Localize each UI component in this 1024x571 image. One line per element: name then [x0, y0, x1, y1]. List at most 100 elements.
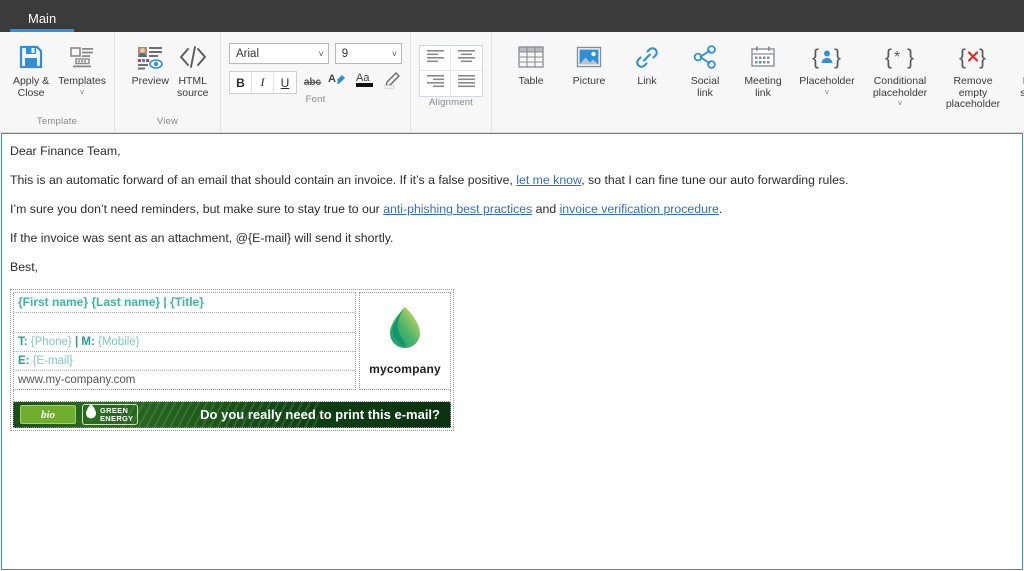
- svg-text:{: {: [959, 46, 966, 69]
- bio-badge: bio: [20, 405, 76, 424]
- preview-icon: [136, 41, 164, 73]
- link-icon: [633, 41, 661, 73]
- templates-icon: [68, 41, 96, 73]
- align-justify-button[interactable]: [451, 71, 482, 96]
- text-highlight-icon: A: [328, 70, 348, 95]
- html-source-label: HTML source: [177, 76, 209, 99]
- html-source-button[interactable]: HTML source: [172, 37, 215, 99]
- ribbon-group-font: Arial ˅ 9 ˅ B I U abc: [220, 32, 410, 132]
- font-name-select[interactable]: Arial ˅: [229, 43, 329, 64]
- font-color-button[interactable]: Aa: [354, 72, 376, 94]
- chevron-down-icon[interactable]: ˅: [825, 89, 830, 96]
- link-anti-phishing-best-practices[interactable]: anti-phishing best practices: [383, 202, 532, 216]
- align-justify-icon: [458, 74, 475, 93]
- signature-separator: |: [75, 336, 78, 348]
- bio-label: bio: [41, 409, 55, 421]
- company-leaf-logo-icon: [385, 305, 425, 356]
- body-greeting: Dear Finance Team,: [10, 144, 1014, 159]
- signature-gap-row: [13, 390, 451, 402]
- align-left-button[interactable]: [420, 46, 451, 71]
- insert-link-label: Link: [637, 76, 656, 88]
- apply-and-close-button[interactable]: Apply & Close: [6, 37, 56, 99]
- signature-name-placeholder: {First name} {Last name} | {Title}: [18, 295, 204, 309]
- signature-email-key: E:: [18, 355, 30, 367]
- body-paragraph-3: If the invoice was sent as an attachment…: [10, 231, 1014, 246]
- underline-button[interactable]: U: [274, 72, 296, 93]
- font-size-select[interactable]: 9 ˅: [335, 43, 402, 64]
- group-label-template: Template: [0, 116, 114, 132]
- templates-button[interactable]: Templates ˅: [56, 37, 108, 96]
- signature-website-row: www.my-company.com: [14, 371, 355, 389]
- italic-button[interactable]: I: [252, 72, 274, 93]
- align-right-icon: [427, 74, 444, 93]
- signature-phone-key: T:: [18, 336, 28, 348]
- code-icon: [178, 41, 208, 73]
- insert-social-link-label: Social link: [691, 76, 720, 99]
- signature-mobile-value: {Mobile}: [98, 336, 140, 348]
- signature-spacer-row: [14, 313, 355, 333]
- body-closing: Best,: [10, 260, 1014, 275]
- insert-placeholder-label: Placeholder: [799, 76, 854, 88]
- ribbon-group-alignment: Alignment: [410, 32, 491, 132]
- apply-and-close-label: Apply & Close: [13, 76, 49, 99]
- ribbon-group-view: Preview HTML source View: [114, 32, 220, 132]
- body-paragraph-1: This is an automatic forward of an email…: [10, 173, 1014, 188]
- insert-placeholder-button[interactable]: { } Placeholder ˅: [792, 37, 862, 96]
- insert-meeting-link-label: Meeting link: [744, 76, 781, 99]
- title-bar: Main: [0, 0, 1024, 32]
- strikethrough-button[interactable]: abc: [303, 72, 322, 94]
- insert-conditional-placeholder-button[interactable]: { } * Conditional placeholder ˅: [862, 37, 938, 107]
- email-body-editor[interactable]: Dear Finance Team, This is an automatic …: [1, 133, 1023, 570]
- font-name-value: Arial: [236, 48, 259, 60]
- bold-button[interactable]: B: [230, 72, 252, 93]
- insert-table-button[interactable]: Table: [502, 37, 560, 88]
- signature-email-row: E: {E-mail}: [14, 352, 355, 371]
- tab-main[interactable]: Main: [10, 12, 74, 32]
- svg-text:}: }: [834, 46, 841, 69]
- insert-conditional-placeholder-label: Conditional placeholder: [873, 76, 927, 99]
- body-paragraph-2: I’m sure you don’t need reminders, but m…: [10, 202, 1014, 217]
- clear-formatting-button[interactable]: [382, 72, 402, 94]
- link-invoice-verification-procedure[interactable]: invoice verification procedure: [560, 202, 719, 216]
- body-paragraph-1-text-a: This is an automatic forward of an email…: [10, 173, 516, 187]
- remove-empty-placeholder-label: Remove empty placeholder: [946, 76, 1000, 111]
- calendar-icon: [749, 41, 777, 73]
- signature-website: www.my-company.com: [18, 374, 135, 386]
- insert-meeting-link-button[interactable]: Meeting link: [734, 37, 792, 99]
- signature-phone-row: T: {Phone} | M: {Mobile}: [14, 333, 355, 352]
- placeholder-icon: { }: [810, 41, 844, 73]
- align-left-icon: [427, 49, 444, 68]
- link-let-me-know[interactable]: let me know: [516, 173, 581, 187]
- chevron-down-icon: ˅: [392, 49, 397, 59]
- signature-phone-value: {Phone}: [31, 336, 72, 348]
- picture-icon: [575, 41, 603, 73]
- align-right-button[interactable]: [420, 71, 451, 96]
- align-center-button[interactable]: [451, 46, 482, 71]
- ribbon-toolbar: Apply & Close: [0, 32, 1024, 133]
- insert-social-link-button[interactable]: Social link: [676, 37, 734, 99]
- ribbon-group-template: Apply & Close: [0, 32, 114, 132]
- align-center-icon: [458, 49, 475, 68]
- text-highlight-button[interactable]: A: [328, 72, 348, 94]
- signature-mobile-key: M:: [81, 336, 94, 348]
- templates-label: Templates: [58, 76, 106, 88]
- chevron-down-icon[interactable]: ˅: [80, 89, 85, 96]
- ribbon-group-insert: Table Picture: [491, 32, 1024, 132]
- chevron-down-icon: ˅: [318, 49, 323, 59]
- svg-text:}: }: [907, 46, 914, 69]
- preview-label: Preview: [132, 76, 169, 88]
- insert-picture-button[interactable]: Picture: [560, 37, 618, 88]
- preview-button[interactable]: Preview: [129, 37, 172, 88]
- remove-empty-placeholder-button[interactable]: { } Remove empty placeholder: [938, 37, 1008, 111]
- signature-logo-cell: mycompany: [359, 292, 451, 390]
- green-energy-line2: ENERGY: [100, 415, 133, 423]
- insert-link-button[interactable]: Link: [618, 37, 676, 88]
- body-paragraph-1-text-b: , so that I can fine tune our auto forwa…: [581, 173, 848, 187]
- group-label-insert: Insert: [492, 116, 1024, 132]
- svg-text:A: A: [328, 73, 336, 85]
- body-paragraph-2-text-a: I’m sure you don’t need reminders, but m…: [10, 202, 383, 216]
- signature-block[interactable]: {First name} {Last name} | {Title} T: {P…: [10, 289, 454, 431]
- insert-html-snippet-button[interactable]: < > HTML snippet: [1008, 37, 1024, 99]
- chevron-down-icon[interactable]: ˅: [898, 100, 903, 107]
- green-energy-badge: GREEN ENERGY: [82, 404, 138, 425]
